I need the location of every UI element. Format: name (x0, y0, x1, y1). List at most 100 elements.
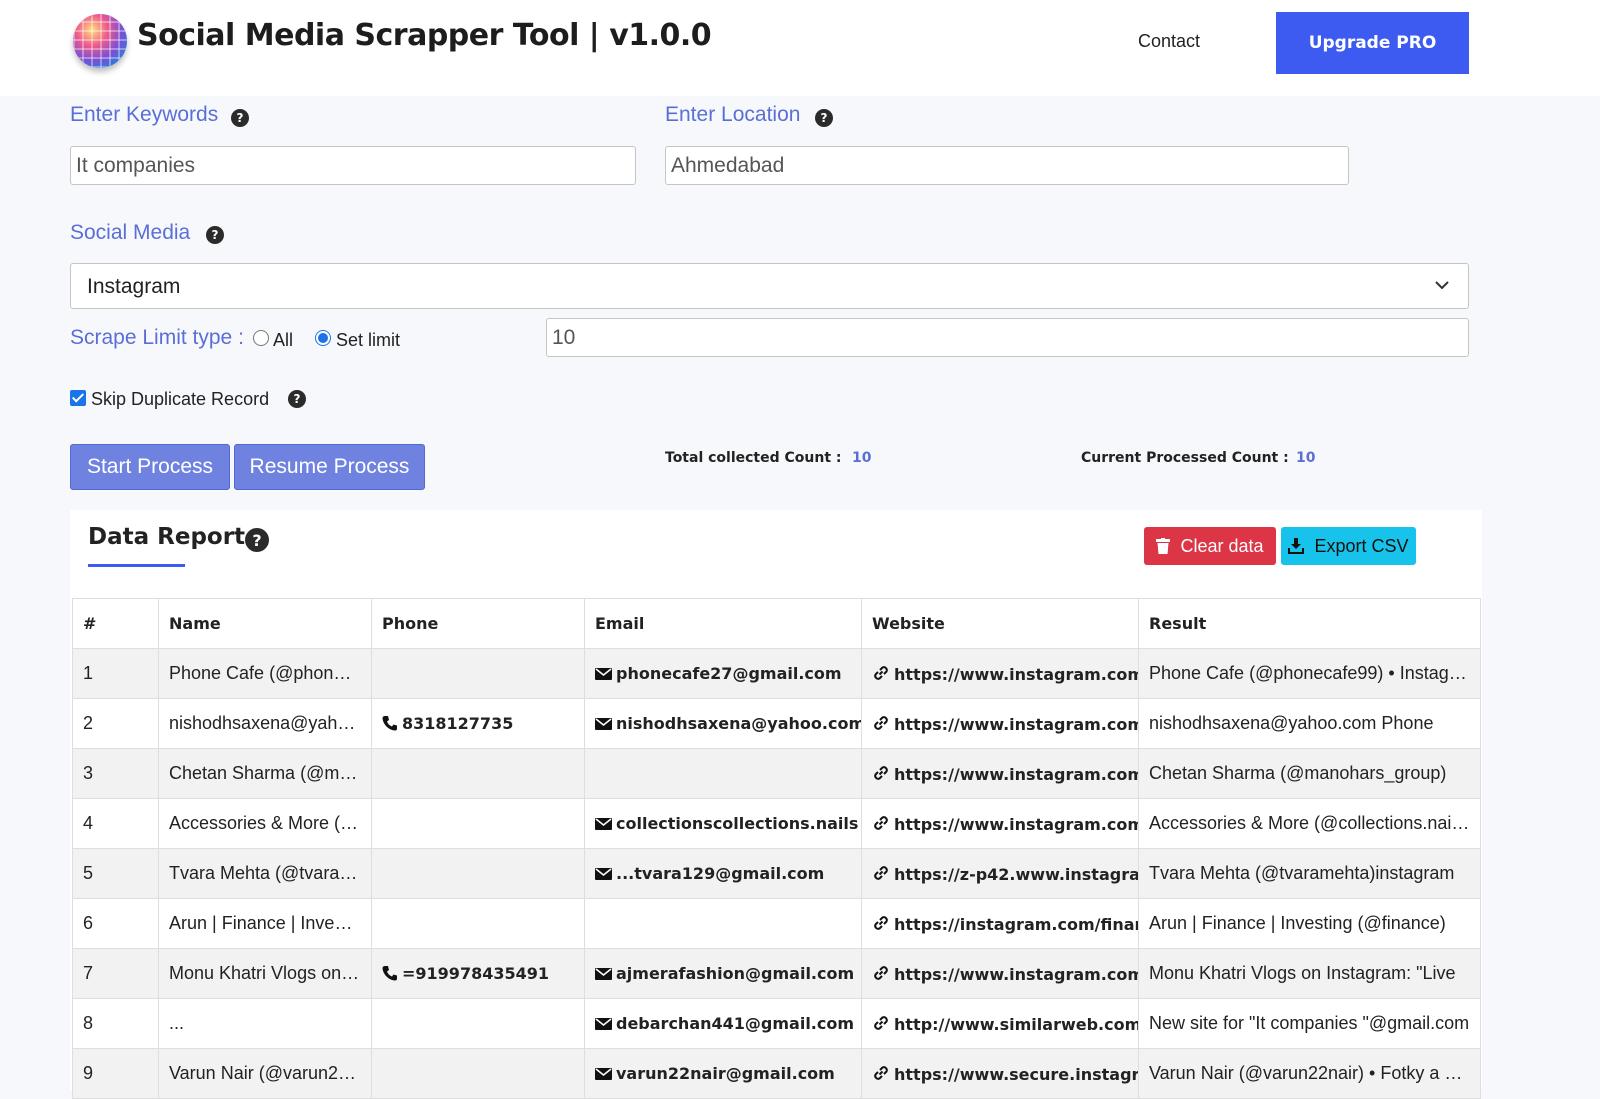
cell-phone (371, 848, 585, 899)
processed-count-label: Current Processed Count : (1081, 450, 1289, 466)
social-media-selected-value: Instagram (87, 275, 181, 298)
cell-result: Chetan Sharma (@manohars_group) (1138, 748, 1481, 799)
column-header-num[interactable]: # (72, 598, 159, 649)
website-link[interactable]: https://instagram.com/finance (894, 915, 1138, 934)
trash-icon (1156, 538, 1171, 554)
cell-num: 4 (72, 798, 159, 849)
cell-num: 2 (72, 698, 159, 749)
cell-num: 6 (72, 898, 159, 949)
skip-duplicate-label: Skip Duplicate Record (91, 389, 270, 409)
website-link[interactable]: https://www.instagram.com/ (894, 815, 1138, 834)
website-link[interactable]: https://www.instagram.com/ (894, 715, 1138, 734)
cell-website[interactable]: https://www.instagram.com/ (861, 698, 1139, 749)
website-link[interactable]: https://www.instagram.com/ (894, 965, 1138, 984)
cell-num: 7 (72, 948, 159, 999)
cell-email: phonecafe27@gmail.com (584, 648, 862, 699)
cell-name: Chetan Sharma (@manohars_gr (158, 748, 372, 799)
website-link[interactable]: https://www.instagram.com/phonecafe99 (894, 665, 1138, 684)
table-row: 4Accessories & More (@collections collect… (72, 798, 1481, 849)
cell-result: Arun | Finance | Investing (@finance) (1138, 898, 1481, 949)
table-header-row: # Name Phone Email Website Result (72, 598, 1481, 649)
radio-set-limit[interactable] (315, 330, 331, 346)
limit-input[interactable] (546, 318, 1469, 357)
column-header-website[interactable]: Website (861, 598, 1139, 649)
envelope-icon (595, 968, 612, 980)
cell-phone (371, 748, 585, 799)
email-value: nishodhsaxena@yahoo.com (616, 714, 862, 733)
cell-website[interactable]: http://www.similarweb.com/ (861, 998, 1139, 1049)
app-logo-icon (73, 14, 127, 68)
cell-result: Phone Cafe (@phonecafe99) • Instagram ph… (1138, 648, 1481, 699)
column-header-phone[interactable]: Phone (371, 598, 585, 649)
envelope-icon (595, 818, 612, 830)
email-value: phonecafe27@gmail.com (616, 664, 842, 683)
download-icon (1288, 538, 1305, 554)
email-value: collectionscollections.nails (616, 814, 859, 833)
envelope-icon (595, 868, 612, 880)
table-row: 8... debarchan441@gmail.com http://www.sim… (72, 998, 1481, 1049)
radio-all-label: All (273, 330, 294, 350)
cell-num: 9 (72, 1048, 159, 1099)
cell-website[interactable]: https://www.instagram.com/ (861, 948, 1139, 999)
cell-result: Accessories & More (@collections.nails) (1138, 798, 1481, 849)
cell-website[interactable]: https://z-p42.www.instagram.com/ (861, 848, 1139, 899)
skip-duplicate-help-icon[interactable]: ? (288, 390, 306, 408)
social-media-select[interactable]: Instagram (70, 263, 1469, 309)
cell-name: Accessories & More (@collections (158, 798, 372, 849)
website-link[interactable]: https://www.secure.instagram.com/ (894, 1065, 1138, 1084)
processed-count-value: 10 (1296, 450, 1316, 466)
start-process-button[interactable]: Start Process (70, 444, 230, 490)
location-input[interactable] (665, 146, 1349, 185)
social-media-help-icon[interactable]: ? (206, 226, 224, 244)
cell-email: varun22nair@gmail.com (584, 1048, 862, 1099)
location-label: Enter Location (665, 103, 801, 126)
table-row: 6 Arun | Finance | Investing https://insta… (72, 898, 1481, 949)
table-row: 5Tvara Mehta (@tvaramehta) ...tvara129@gm… (72, 848, 1481, 899)
location-help-icon[interactable]: ? (815, 109, 833, 127)
column-header-email[interactable]: Email (584, 598, 862, 649)
cell-result: Varun Nair (@varun22nair) • Fotky a vide… (1138, 1048, 1481, 1099)
cell-email: debarchan441@gmail.com (584, 998, 862, 1049)
cell-num: 3 (72, 748, 159, 799)
table-row: 2nishodhsaxena@yahoo.com8318127735nishod… (72, 698, 1481, 749)
column-header-name[interactable]: Name (158, 598, 372, 649)
social-media-label: Social Media (70, 221, 191, 244)
chevron-down-icon (1435, 281, 1449, 290)
top-header: Social Media Scrapper Tool | v1.0.0 Cont… (0, 0, 1600, 96)
cell-name: Tvara Mehta (@tvaramehta) (158, 848, 372, 899)
report-help-icon[interactable]: ? (245, 528, 269, 552)
cell-num: 5 (72, 848, 159, 899)
phone-icon (382, 716, 397, 731)
keywords-help-icon[interactable]: ? (231, 109, 249, 127)
table-row: 3Chetan Sharma (@manohars_gr https://www.… (72, 748, 1481, 799)
clear-data-label: Clear data (1180, 535, 1264, 556)
cell-name: Phone Cafe (@phonecafe99) (158, 648, 372, 699)
cell-num: 8 (72, 998, 159, 1049)
export-csv-button[interactable]: Export CSV (1281, 527, 1416, 565)
website-link[interactable]: https://www.instagram.com/ (894, 765, 1138, 784)
skip-duplicate-checkbox[interactable] (70, 390, 86, 406)
cell-email: collectionscollections.nails (584, 798, 862, 849)
cell-phone (371, 1048, 585, 1099)
cell-result: Monu Khatri Vlogs on Instagram: "Live (1138, 948, 1481, 999)
clear-data-button[interactable]: Clear data (1144, 527, 1276, 565)
radio-all[interactable] (253, 330, 269, 346)
cell-name: Varun Nair (@varun22nair) (158, 1048, 372, 1099)
resume-process-button[interactable]: Resume Process (234, 444, 425, 490)
cell-website[interactable]: https://instagram.com/finance (861, 898, 1139, 949)
cell-website[interactable]: https://www.instagram.com/phonecafe99 (861, 648, 1139, 699)
cell-website[interactable]: https://www.instagram.com/ (861, 798, 1139, 849)
keywords-input[interactable] (70, 146, 636, 185)
contact-link[interactable]: Contact (1138, 31, 1200, 52)
scrape-limit-label: Scrape Limit type : (70, 326, 244, 349)
website-link[interactable]: https://z-p42.www.instagram.com/ (894, 865, 1138, 884)
website-link[interactable]: http://www.similarweb.com/ (894, 1015, 1138, 1034)
cell-phone (371, 798, 585, 849)
cell-website[interactable]: https://www.instagram.com/ (861, 748, 1139, 799)
column-header-result[interactable]: Result (1138, 598, 1481, 649)
upgrade-pro-button[interactable]: Upgrade PRO (1276, 12, 1469, 74)
cell-phone (371, 648, 585, 699)
email-value: varun22nair@gmail.com (616, 1064, 835, 1083)
link-icon (874, 865, 888, 880)
cell-website[interactable]: https://www.secure.instagram.com/ (861, 1048, 1139, 1099)
